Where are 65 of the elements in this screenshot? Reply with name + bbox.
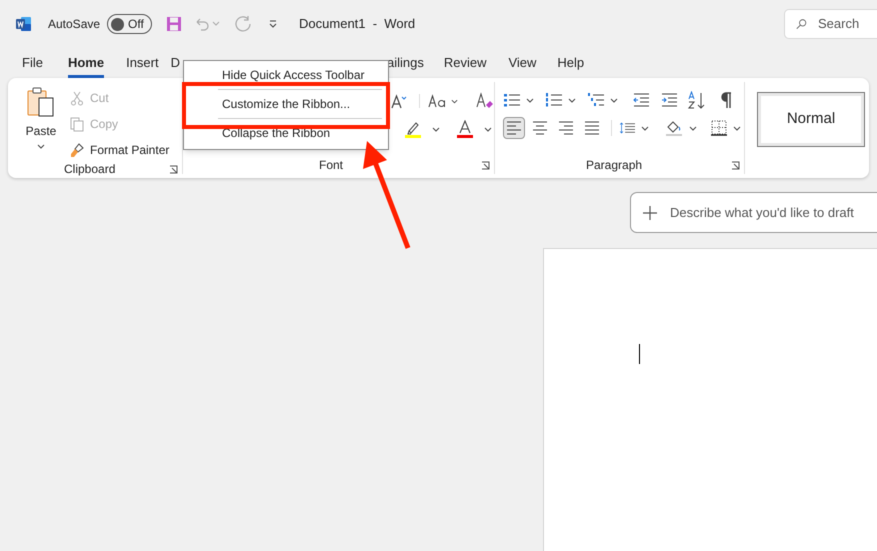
ribbon-tab[interactable]: ailings — [386, 52, 424, 78]
numbering-icon[interactable] — [546, 93, 562, 107]
chevron-icon[interactable] — [733, 126, 741, 130]
bullets-icon[interactable] — [504, 93, 520, 107]
change-case-icon — [428, 94, 448, 108]
font-color-icon[interactable] — [456, 120, 474, 138]
dialog-launcher-icon[interactable] — [481, 160, 490, 170]
ribbon-tab[interactable]: D — [170, 52, 180, 78]
dialog-launcher-icon[interactable] — [731, 160, 740, 170]
chevron-icon[interactable] — [526, 98, 534, 102]
align-center-icon — [532, 120, 548, 136]
window-title: Document1 - Word — [299, 15, 416, 34]
ribbon-tab[interactable]: Insert — [126, 52, 159, 78]
chevron-icon[interactable] — [689, 126, 697, 130]
search-icon — [796, 17, 807, 31]
ribbon-tab[interactable]: Help — [557, 52, 584, 78]
paste-button[interactable]: Paste — [22, 86, 60, 160]
paint-bucket-icon[interactable] — [665, 119, 683, 137]
align-left-icon — [506, 120, 522, 136]
sort-icon[interactable] — [688, 91, 706, 109]
style-gallery-item[interactable]: Normal — [757, 92, 865, 147]
multilevel-list-icon[interactable] — [588, 93, 604, 107]
menu-item[interactable]: Customize the Ribbon... — [222, 96, 350, 112]
chevron-icon[interactable] — [568, 98, 576, 102]
text-cursor — [639, 344, 640, 364]
chevron-icon[interactable] — [484, 126, 492, 132]
chevron-icon — [37, 144, 45, 149]
clear-formatting-icon[interactable] — [476, 92, 494, 110]
scissors-icon — [70, 90, 85, 106]
clipboard-command[interactable]: Format Painter — [70, 140, 170, 160]
menu-item[interactable]: Collapse the Ribbon — [222, 125, 330, 141]
save-icon[interactable] — [166, 16, 182, 32]
line-spacing-icon[interactable] — [611, 120, 635, 136]
group-label: Font — [319, 157, 344, 174]
search-input[interactable]: Search — [818, 14, 866, 34]
chevron-icon — [451, 98, 458, 104]
ribbon-tab[interactable]: Review — [444, 52, 486, 78]
customize-toolbar-icon[interactable] — [268, 19, 278, 29]
search-field[interactable]: Search — [784, 9, 877, 39]
draft-prompt-field[interactable]: Describe what you'd like to draft — [630, 192, 877, 233]
copy-icon — [70, 116, 85, 132]
paintbrush-icon — [70, 142, 85, 158]
align-right-icon — [558, 120, 574, 136]
grow-font-icon[interactable] — [391, 93, 407, 109]
pilcrow-icon[interactable] — [720, 92, 732, 108]
autosave-label: AutoSave — [48, 16, 100, 33]
word-logo-icon — [16, 16, 32, 32]
highlighter-icon[interactable] — [404, 120, 422, 138]
chevron-icon[interactable] — [610, 98, 618, 102]
decrease-indent-icon[interactable] — [633, 93, 649, 107]
group-label: Clipboard — [64, 161, 116, 178]
increase-indent-icon[interactable] — [661, 93, 677, 107]
borders-icon[interactable] — [711, 120, 727, 136]
menu-item[interactable]: Hide Quick Access Toolbar — [222, 67, 365, 83]
justify-icon — [584, 120, 600, 136]
autosave-toggle[interactable]: Off — [107, 14, 152, 34]
group-label: Paragraph — [586, 157, 642, 174]
alignment-button[interactable] — [503, 117, 525, 139]
change-case-button[interactable] — [419, 94, 458, 108]
ribbon-tab[interactable]: View — [508, 52, 536, 78]
dialog-launcher-icon[interactable] — [169, 164, 178, 174]
plus-icon — [642, 204, 658, 220]
chevron-icon[interactable] — [432, 126, 440, 132]
ribbon-tab[interactable]: File — [22, 52, 43, 78]
chevron-icon[interactable] — [641, 126, 649, 130]
